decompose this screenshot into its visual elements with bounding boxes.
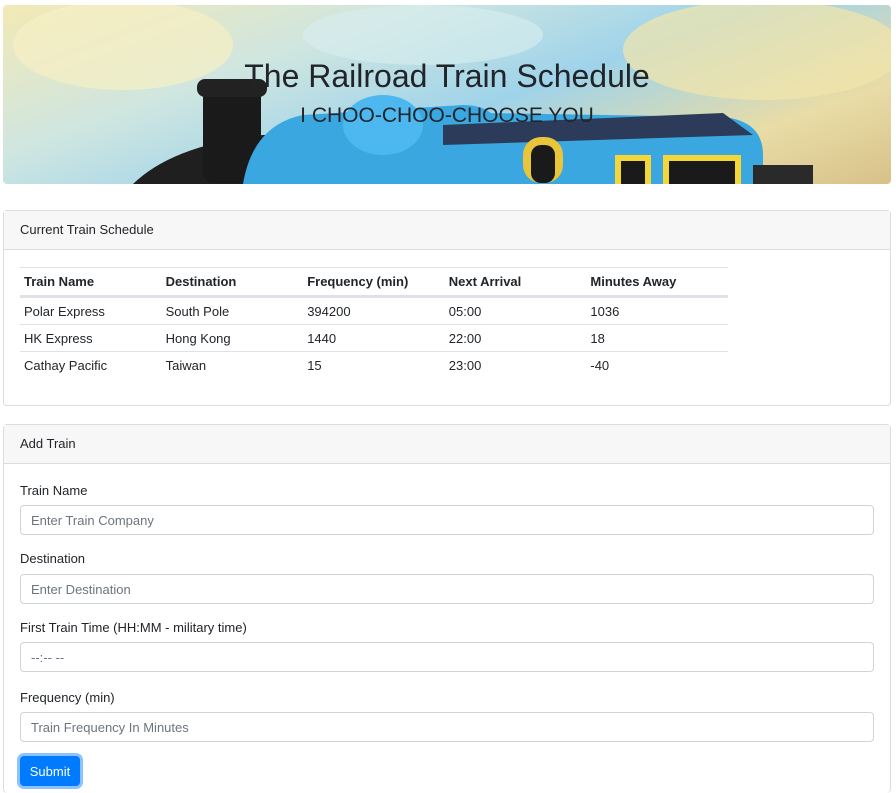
table-cell: 1440 <box>303 324 445 352</box>
table-cell: 05:00 <box>448 303 482 319</box>
train-name-input[interactable] <box>20 505 874 535</box>
first-train-time-label: First Train Time (HH:MM - military time) <box>20 620 247 635</box>
first-train-time-input[interactable] <box>20 642 874 672</box>
column-header-next-arrival: Next Arrival <box>444 267 587 298</box>
table-cell: Polar Express <box>24 303 105 319</box>
page-subtitle: I CHOO-CHOO-CHOOSE YOU <box>300 104 594 127</box>
frequency-input[interactable] <box>20 712 874 742</box>
table-cell: 22:00 <box>444 324 587 352</box>
jumbotron-banner: The Railroad Train Schedule I CHOO-CHOO-… <box>3 5 891 184</box>
column-header-frequency: Frequency (min) <box>303 267 445 298</box>
submit-button[interactable]: Submit <box>20 756 80 786</box>
table-cell: Taiwan <box>161 351 304 378</box>
destination-label: Destination <box>20 551 86 566</box>
train-name-label: Train Name <box>20 483 88 498</box>
add-train-card-header: Add Train <box>4 425 890 464</box>
page-title: The Railroad Train Schedule <box>244 58 650 94</box>
table-cell: 15 <box>303 351 445 378</box>
table-cell: South Pole <box>165 303 230 319</box>
schedule-table: Train Name Destination Frequency (min) N… <box>20 267 728 378</box>
destination-input[interactable] <box>20 574 874 604</box>
table-cell: HK Express <box>20 324 162 352</box>
column-header-destination: Destination <box>161 267 304 298</box>
column-header-minutes-away: Minutes Away <box>586 267 728 298</box>
table-header-row: Train Name Destination Frequency (min) N… <box>20 267 728 298</box>
schedule-card: Current Train Schedule Train Name Destin… <box>3 210 891 406</box>
table-cell: 23:00 <box>444 351 587 378</box>
table-cell: 1036 <box>590 303 620 319</box>
table-cell: 18 <box>586 324 728 352</box>
column-header-train-name: Train Name <box>20 267 162 298</box>
table-cell: 394200 <box>307 303 351 319</box>
add-train-card: Add Train Train Name Destination First T… <box>3 424 891 793</box>
frequency-label: Frequency (min) <box>20 690 115 705</box>
table-row: Cathay Pacific Taiwan 15 23:00 -40 <box>20 351 728 378</box>
schedule-card-header: Current Train Schedule <box>4 211 890 250</box>
table-row: HK Express Hong Kong 1440 22:00 18 <box>20 324 728 352</box>
table-cell: Cathay Pacific <box>20 351 162 378</box>
table-cell: -40 <box>586 351 728 378</box>
table-cell: Hong Kong <box>161 324 304 352</box>
table-row: Polar Express South Pole 394200 05:00 10… <box>20 297 728 325</box>
